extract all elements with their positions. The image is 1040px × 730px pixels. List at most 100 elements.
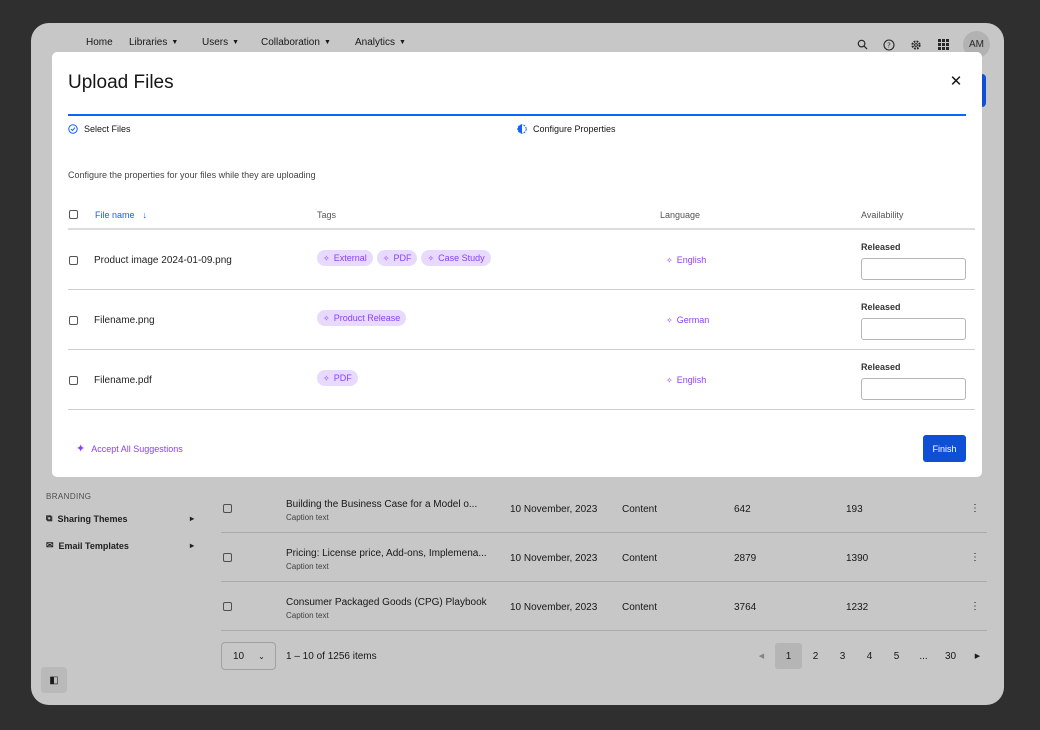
nav-users-label: Users bbox=[202, 37, 229, 48]
row-downloads: 1232 bbox=[846, 602, 869, 613]
availability-input[interactable] bbox=[861, 378, 966, 400]
tag-suggestion[interactable]: ✧ External bbox=[317, 250, 373, 266]
page-1[interactable]: 1 bbox=[775, 643, 802, 669]
email-icon: ✉ bbox=[46, 540, 54, 550]
next-page-icon[interactable]: ▶ bbox=[964, 643, 991, 669]
page-2[interactable]: 2 bbox=[802, 643, 829, 669]
tag-suggestion[interactable]: ✧ PDF bbox=[317, 370, 358, 386]
select-all-checkbox[interactable] bbox=[69, 210, 78, 219]
row-checkbox[interactable] bbox=[223, 602, 232, 611]
tag-suggestion[interactable]: ✧ Product Release bbox=[317, 310, 407, 326]
sidebar-collapse-icon: ◧ bbox=[49, 674, 59, 686]
sidebar-item-label: Sharing Themes bbox=[57, 513, 128, 524]
row-views: 2879 bbox=[734, 553, 757, 564]
search-icon[interactable] bbox=[855, 38, 869, 52]
nav-analytics[interactable]: Analytics ▼ bbox=[355, 37, 406, 48]
row-checkbox[interactable] bbox=[69, 316, 78, 325]
accept-all-label: Accept All Suggestions bbox=[91, 443, 183, 454]
file-name: Filename.pdf bbox=[94, 375, 152, 386]
ai-sparkle-icon: ✧ bbox=[323, 313, 330, 323]
sidebar-item-email-templates[interactable]: ✉ Email Templates ▸ bbox=[46, 540, 194, 551]
row-checkbox[interactable] bbox=[69, 256, 78, 265]
row-title[interactable]: Consumer Packaged Goods (CPG) Playbook bbox=[286, 597, 496, 608]
sidebar-item-label: Email Templates bbox=[58, 540, 129, 551]
row-downloads: 193 bbox=[846, 504, 863, 515]
tag-list: ✧ Product Release bbox=[317, 310, 407, 326]
page-4[interactable]: 4 bbox=[856, 643, 883, 669]
ai-sparkle-icon: ✧ bbox=[382, 253, 390, 263]
step-select-files[interactable]: Select Files bbox=[68, 124, 131, 134]
overflow-menu-icon[interactable]: ⋮ bbox=[970, 601, 980, 612]
step-configure-properties[interactable]: Configure Properties bbox=[517, 124, 616, 134]
page-ellipsis: ... bbox=[919, 650, 928, 662]
language-suggestion[interactable]: ✧ English bbox=[666, 255, 706, 265]
row-title[interactable]: Building the Business Case for a Model o… bbox=[286, 499, 496, 510]
page-size-select[interactable]: 10 ⌄ bbox=[221, 642, 276, 670]
row-downloads: 1390 bbox=[846, 553, 869, 564]
row-caption: Caption text bbox=[286, 513, 329, 522]
settings-icon[interactable] bbox=[909, 38, 923, 52]
nav-libraries[interactable]: Libraries ▼ bbox=[129, 37, 178, 48]
tag-label: External bbox=[333, 253, 367, 263]
close-icon[interactable]: ✕ bbox=[948, 73, 964, 90]
step-label: Configure Properties bbox=[533, 124, 616, 134]
ai-sparkle-icon: ✧ bbox=[323, 253, 330, 263]
tag-suggestion[interactable]: ✧ PDF bbox=[376, 250, 418, 266]
column-header-label: File name bbox=[95, 210, 135, 220]
finish-button[interactable]: Finish bbox=[923, 435, 966, 462]
chevron-right-icon: ▸ bbox=[189, 541, 194, 550]
row-title[interactable]: Pricing: License price, Add-ons, Impleme… bbox=[286, 548, 496, 559]
page-30[interactable]: 30 bbox=[937, 643, 964, 669]
overflow-menu-icon[interactable]: ⋮ bbox=[970, 503, 980, 514]
table-header: File name ↓ Tags Language Availability bbox=[68, 204, 975, 230]
accept-all-suggestions-button[interactable]: ✦ Accept All Suggestions bbox=[76, 442, 183, 455]
checkmark-outline-icon bbox=[68, 124, 78, 134]
page-3[interactable]: 3 bbox=[829, 643, 856, 669]
dialog-title: Upload Files bbox=[68, 72, 174, 93]
row-caption: Caption text bbox=[286, 562, 329, 571]
page-5[interactable]: 5 bbox=[883, 643, 910, 669]
dialog-description: Configure the properties for your files … bbox=[68, 170, 316, 180]
row-date: 10 November, 2023 bbox=[510, 553, 598, 564]
step-label: Select Files bbox=[84, 124, 131, 134]
tag-label: PDF bbox=[393, 253, 412, 263]
row-type: Content bbox=[622, 602, 658, 613]
pagination-info: 1 – 10 of 1256 items bbox=[286, 651, 377, 662]
nav-libraries-label: Libraries bbox=[129, 37, 168, 48]
language-label: English bbox=[676, 255, 707, 265]
overflow-menu-icon[interactable]: ⋮ bbox=[970, 552, 980, 563]
pagination: ◀ 1 2 3 4 5 ... 30 ▶ bbox=[748, 643, 991, 669]
row-checkbox[interactable] bbox=[223, 504, 232, 513]
tag-suggestion[interactable]: ✧ Case Study bbox=[421, 250, 491, 266]
language-suggestion[interactable]: ✧ German bbox=[666, 315, 709, 325]
help-icon[interactable]: ? bbox=[882, 38, 896, 52]
row-checkbox[interactable] bbox=[223, 553, 232, 562]
prev-page-icon[interactable]: ◀ bbox=[748, 643, 775, 669]
row-checkbox[interactable] bbox=[69, 376, 78, 385]
table-row[interactable]: Pricing: License price, Add-ons, Impleme… bbox=[221, 534, 987, 582]
row-date: 10 November, 2023 bbox=[510, 504, 598, 515]
table-row: Filename.pdf ✧ PDF ✧ English Released bbox=[68, 350, 975, 410]
nav-home[interactable]: Home bbox=[86, 37, 113, 48]
availability-input[interactable] bbox=[861, 258, 966, 280]
incomplete-half-icon bbox=[517, 124, 527, 134]
upload-files-dialog: Upload Files ✕ Select Files Configure Pr… bbox=[52, 52, 982, 477]
sidebar-item-sharing-themes[interactable]: ⧉ Sharing Themes ▸ bbox=[46, 513, 194, 524]
nav-users[interactable]: Users ▼ bbox=[202, 37, 239, 48]
sidebar-toggle-button[interactable]: ◧ bbox=[41, 667, 67, 693]
language-label: English bbox=[676, 375, 707, 385]
ai-sparkle-icon: ✧ bbox=[323, 373, 330, 383]
tag-label: Product Release bbox=[333, 313, 401, 323]
table-row[interactable]: Consumer Packaged Goods (CPG) Playbook C… bbox=[221, 583, 987, 631]
apps-grid-icon[interactable] bbox=[936, 38, 950, 52]
table-row[interactable]: Building the Business Case for a Model o… bbox=[221, 485, 987, 533]
chevron-down-icon: ⌄ bbox=[258, 651, 265, 661]
availability-input[interactable] bbox=[861, 318, 966, 340]
file-name: Product image 2024-01-09.png bbox=[94, 255, 232, 266]
column-file-name[interactable]: File name ↓ bbox=[95, 210, 147, 220]
column-availability: Availability bbox=[861, 210, 904, 220]
table-row: Product image 2024-01-09.png ✧ External ✧… bbox=[68, 230, 975, 290]
nav-collaboration[interactable]: Collaboration ▼ bbox=[261, 37, 331, 48]
language-suggestion[interactable]: ✧ English bbox=[666, 375, 706, 385]
tag-list: ✧ PDF bbox=[317, 370, 358, 386]
